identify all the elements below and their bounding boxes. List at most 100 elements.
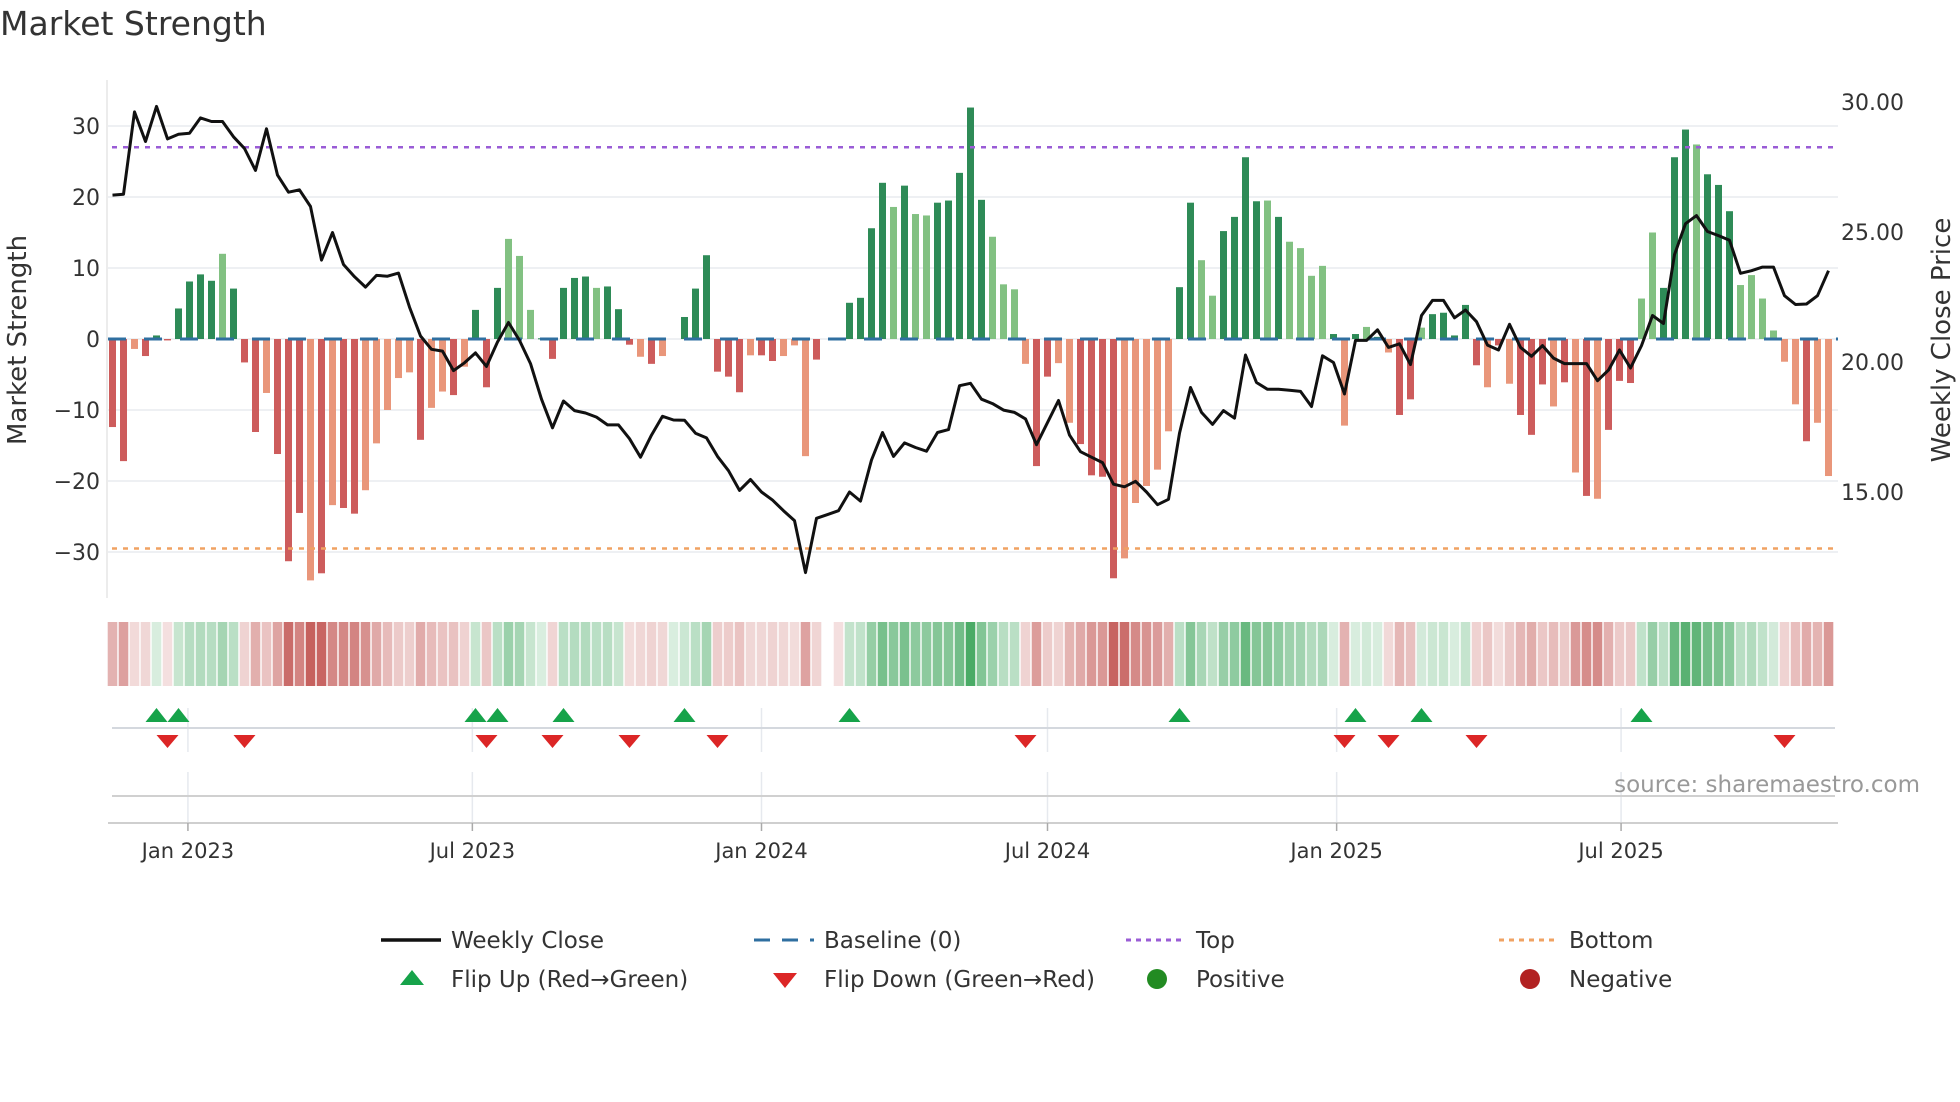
heat-cell	[129, 622, 140, 686]
heat-cell	[668, 622, 679, 686]
heat-cell	[1086, 622, 1097, 686]
flip-down-marker	[618, 735, 641, 748]
strength-bar	[296, 339, 303, 513]
strength-bar	[1638, 298, 1645, 339]
strength-bar	[263, 339, 270, 393]
heat-cell	[767, 622, 778, 686]
strength-bar	[384, 339, 391, 410]
heat-cell	[1526, 622, 1537, 686]
strength-bar	[1176, 287, 1183, 339]
flip-down-marker	[1465, 735, 1488, 748]
strength-bar	[1814, 339, 1821, 423]
heat-cell	[987, 622, 998, 686]
heat-cell	[1119, 622, 1130, 686]
heat-cell	[1625, 622, 1636, 686]
heat-cell	[1614, 622, 1625, 686]
strength-bar	[406, 339, 413, 373]
heat-cell	[316, 622, 327, 686]
heat-cell	[690, 622, 701, 686]
strength-bar	[1275, 216, 1282, 339]
heat-cell	[536, 622, 547, 686]
heat-cell	[1152, 622, 1163, 686]
strength-bar	[571, 277, 578, 339]
strength-bar	[1715, 184, 1722, 339]
strength-bar	[1110, 339, 1117, 579]
strength-bar	[1429, 314, 1436, 339]
strength-bar	[1000, 284, 1007, 339]
heat-cell	[635, 622, 646, 686]
legend-circle-icon	[1147, 969, 1167, 989]
heat-cell	[1647, 622, 1658, 686]
heat-cell	[965, 622, 976, 686]
heat-cell	[1361, 622, 1372, 686]
legend-label: Positive	[1196, 967, 1285, 993]
x-tick-label: Jan 2025	[1288, 839, 1383, 863]
heat-cell	[1262, 622, 1273, 686]
heat-cell	[1438, 622, 1449, 686]
heat-cell	[1097, 622, 1108, 686]
heat-cell	[1317, 622, 1328, 686]
heat-cell	[910, 622, 921, 686]
strength-bar	[802, 339, 809, 457]
heat-cell	[1141, 622, 1152, 686]
heat-cell	[932, 622, 943, 686]
heat-cell	[481, 622, 492, 686]
heat-cell	[1823, 622, 1834, 686]
heat-cell	[1020, 622, 1031, 686]
strength-bar	[1154, 339, 1161, 470]
heat-cell	[1042, 622, 1053, 686]
heat-cell	[1185, 622, 1196, 686]
heat-cell	[789, 622, 800, 686]
strength-bar	[736, 339, 743, 393]
heat-cell	[118, 622, 129, 686]
heat-cell	[855, 622, 866, 686]
heat-cell	[745, 622, 756, 686]
heat-cell	[1273, 622, 1284, 686]
heat-cell	[503, 622, 514, 686]
strength-bar	[1264, 200, 1271, 339]
flip-up-marker	[1410, 708, 1433, 722]
x-tick-label: Jan 2023	[140, 839, 235, 863]
heat-cell	[393, 622, 404, 686]
heat-cell	[1713, 622, 1724, 686]
strength-bar	[1737, 285, 1744, 339]
heat-cell	[701, 622, 712, 686]
heat-cell	[1328, 622, 1339, 686]
flip-down-marker	[706, 735, 729, 748]
heat-cell	[162, 622, 173, 686]
legend-label: Negative	[1569, 967, 1672, 993]
heat-cell	[1405, 622, 1416, 686]
heat-cell	[1416, 622, 1427, 686]
strength-bar	[1781, 339, 1788, 362]
strength-bar	[1055, 339, 1062, 364]
strength-bar	[1033, 339, 1040, 467]
strength-bar	[978, 199, 985, 339]
flip-up-marker	[552, 708, 575, 722]
strength-bar	[120, 339, 127, 462]
strength-bar	[1011, 289, 1018, 339]
strength-bar	[1506, 339, 1513, 384]
strength-bar	[1759, 298, 1766, 339]
heat-cell	[470, 622, 481, 686]
strength-bar	[890, 206, 897, 339]
heat-cell	[1130, 622, 1141, 686]
heat-cell	[877, 622, 888, 686]
heat-cell	[360, 622, 371, 686]
strength-bar	[274, 339, 281, 455]
heat-cell	[547, 622, 558, 686]
heat-cell	[448, 622, 459, 686]
strength-bar	[1352, 334, 1359, 339]
strength-bar	[1440, 312, 1447, 339]
heat-cell	[1460, 622, 1471, 686]
strength-bar	[945, 200, 952, 339]
heat-cell	[866, 622, 877, 686]
strength-bar	[164, 339, 171, 341]
strength-bar	[175, 308, 182, 339]
heat-cell	[107, 622, 118, 686]
strength-bar	[252, 339, 259, 433]
heat-cell	[1515, 622, 1526, 686]
heat-cell	[756, 622, 767, 686]
heat-cell	[558, 622, 569, 686]
strength-bar	[1572, 339, 1579, 473]
heat-cell	[1570, 622, 1581, 686]
